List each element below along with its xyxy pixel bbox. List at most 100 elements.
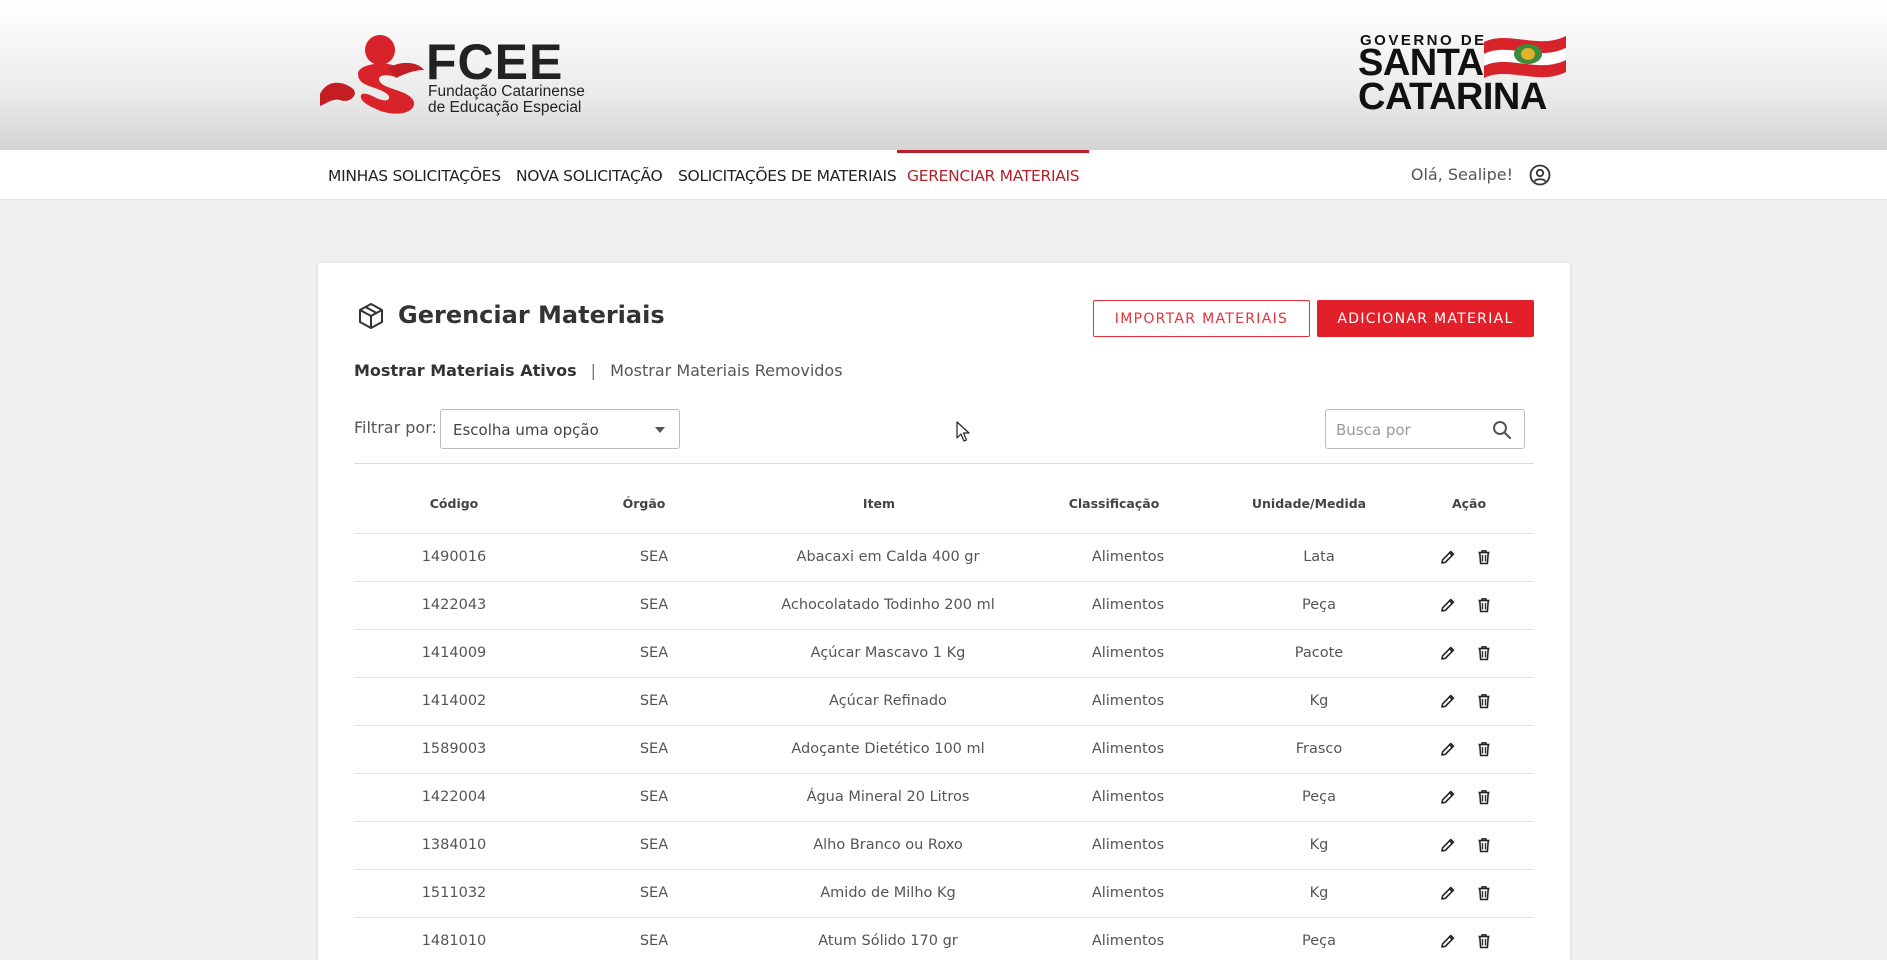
cell-classificacao: Alimentos: [1091, 597, 1165, 613]
cell-orgao: SEA: [639, 885, 669, 901]
cell-unidade: Kg: [1309, 885, 1329, 901]
edit-icon[interactable]: [1440, 741, 1456, 757]
cell-item: Açúcar Mascavo 1 Kg: [810, 645, 966, 661]
nav-minhas-solicitacoes[interactable]: MINHAS SOLICITAÇÕES: [328, 150, 501, 200]
cell-codigo: 1511032: [421, 885, 487, 901]
table-row: 1414009 SEA Açúcar Mascavo 1 Kg Alimentos Pa…: [354, 630, 1534, 678]
trash-icon[interactable]: [1476, 741, 1492, 757]
cell-item: Água Mineral 20 Litros: [806, 789, 970, 805]
edit-icon[interactable]: [1440, 933, 1456, 949]
edit-icon[interactable]: [1440, 885, 1456, 901]
header-acao: Ação: [1451, 496, 1487, 511]
toggle-separator: |: [590, 361, 597, 380]
user-greeting: Olá, Sealipe!: [1410, 165, 1513, 184]
cell-orgao: SEA: [639, 549, 669, 565]
cell-codigo: 1414009: [421, 645, 487, 661]
table-row: 1422043 SEA Achocolatado Todinho 200 ml Ali…: [354, 582, 1534, 630]
filter-select-value: Escolha uma opção: [453, 421, 599, 439]
cell-unidade: Peça: [1301, 789, 1336, 805]
table-row: 1490016 SEA Abacaxi em Calda 400 gr Aliment…: [354, 534, 1534, 582]
search-box: [1325, 409, 1525, 449]
edit-icon[interactable]: [1440, 837, 1456, 853]
governo-sc-logo[interactable]: GOVERNO DE SANTA CATARINA: [1358, 30, 1570, 118]
header-classificacao[interactable]: Classificação: [1054, 496, 1174, 511]
add-material-button[interactable]: ADICIONAR MATERIAL: [1317, 300, 1534, 337]
trash-icon[interactable]: [1476, 549, 1492, 565]
trash-icon[interactable]: [1476, 789, 1492, 805]
cell-item: Achocolatado Todinho 200 ml: [781, 597, 995, 613]
gov-catarina: CATARINA: [1358, 76, 1547, 118]
fcee-figure-icon: [320, 35, 424, 114]
nav-gerenciar-materiais[interactable]: GERENCIAR MATERIAIS: [897, 150, 1090, 200]
import-materials-button[interactable]: IMPORTAR MATERIAIS: [1093, 300, 1310, 337]
cell-item: Amido de Milho Kg: [820, 885, 956, 901]
cell-orgao: SEA: [639, 837, 669, 853]
edit-icon[interactable]: [1440, 789, 1456, 805]
cell-unidade: Peça: [1301, 597, 1336, 613]
trash-icon[interactable]: [1476, 885, 1492, 901]
page-title: Gerenciar Materiais: [398, 301, 665, 329]
cell-codigo: 1481010: [421, 933, 487, 949]
cell-unidade: Kg: [1309, 693, 1329, 709]
cell-orgao: SEA: [639, 597, 669, 613]
show-removed-link[interactable]: Mostrar Materiais Removidos: [610, 361, 842, 380]
show-active-link[interactable]: Mostrar Materiais Ativos: [354, 361, 577, 380]
cell-orgao: SEA: [639, 789, 669, 805]
materials-card: Gerenciar Materiais IMPORTAR MATERIAIS A…: [318, 263, 1570, 960]
cell-item: Abacaxi em Calda 400 gr: [796, 549, 980, 565]
search-icon[interactable]: [1492, 420, 1512, 440]
search-input[interactable]: [1336, 419, 1486, 441]
cell-unidade: Pacote: [1294, 645, 1344, 661]
trash-icon[interactable]: [1476, 933, 1492, 949]
fcee-subtitle-line-2: de Educação Especial: [428, 99, 582, 116]
nav-solicitacoes-materiais[interactable]: SOLICITAÇÕES DE MATERIAIS: [678, 150, 897, 200]
cell-classificacao: Alimentos: [1091, 933, 1165, 949]
edit-icon[interactable]: [1440, 549, 1456, 565]
cell-codigo: 1422043: [421, 597, 487, 613]
cell-unidade: Lata: [1303, 549, 1335, 565]
divider: [354, 463, 1534, 464]
cell-orgao: SEA: [639, 933, 669, 949]
sc-flag-icon: [1483, 36, 1567, 78]
trash-icon[interactable]: [1476, 597, 1492, 613]
cell-item: Adoçante Dietético 100 ml: [791, 741, 985, 757]
mouse-cursor-icon: [956, 421, 970, 442]
edit-icon[interactable]: [1440, 693, 1456, 709]
header-item[interactable]: Item: [839, 496, 919, 511]
fcee-title: FCEE: [426, 34, 564, 90]
edit-icon[interactable]: [1440, 597, 1456, 613]
trash-icon[interactable]: [1476, 693, 1492, 709]
cell-unidade: Frasco: [1295, 741, 1343, 757]
cell-codigo: 1384010: [421, 837, 487, 853]
header-orgao[interactable]: Órgão: [604, 496, 684, 511]
filter-label: Filtrar por:: [354, 418, 437, 437]
trash-icon[interactable]: [1476, 645, 1492, 661]
cell-unidade: Kg: [1309, 837, 1329, 853]
package-icon: [359, 303, 383, 329]
user-account-icon[interactable]: [1529, 164, 1551, 186]
fcee-subtitle: Fundação Catarinense de Educação Especia…: [428, 84, 585, 116]
cell-orgao: SEA: [639, 741, 669, 757]
cell-orgao: SEA: [639, 645, 669, 661]
cell-classificacao: Alimentos: [1091, 693, 1165, 709]
chevron-down-icon: [655, 427, 665, 433]
cell-item: Atum Sólido 170 gr: [818, 933, 958, 949]
cell-unidade: Peça: [1301, 933, 1336, 949]
cell-item: Alho Branco ou Roxo: [813, 837, 963, 853]
filter-select[interactable]: Escolha uma opção: [440, 409, 680, 449]
fcee-logo[interactable]: FCEE Fundação Catarinense de Educação Es…: [318, 34, 585, 118]
table-row: 1414002 SEA Açúcar Refinado Alimentos Kg: [354, 678, 1534, 726]
nav-nova-solicitacao[interactable]: NOVA SOLICITAÇÃO: [516, 150, 663, 200]
cell-classificacao: Alimentos: [1091, 549, 1165, 565]
cell-orgao: SEA: [639, 693, 669, 709]
cell-classificacao: Alimentos: [1091, 885, 1165, 901]
trash-icon[interactable]: [1476, 837, 1492, 853]
cell-codigo: 1490016: [421, 549, 487, 565]
site-header: FCEE Fundação Catarinense de Educação Es…: [0, 0, 1887, 150]
edit-icon[interactable]: [1440, 645, 1456, 661]
header-codigo[interactable]: Código: [414, 496, 494, 511]
cell-codigo: 1414002: [421, 693, 487, 709]
status-toggle: Mostrar Materiais Ativos | Mostrar Materia…: [354, 361, 843, 380]
cell-classificacao: Alimentos: [1091, 741, 1165, 757]
header-unidade[interactable]: Unidade/Medida: [1244, 496, 1374, 511]
